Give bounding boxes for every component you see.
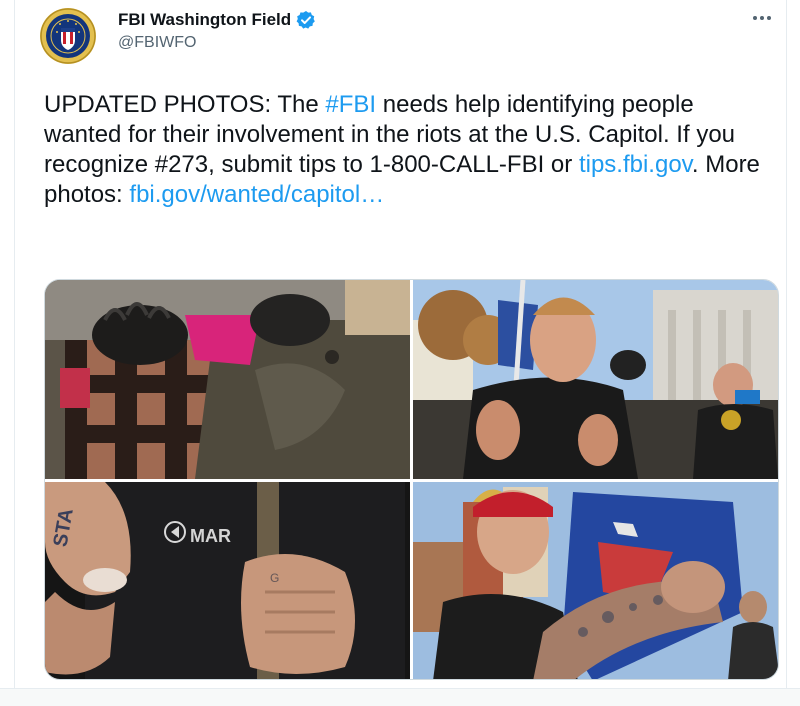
- more-photos-link[interactable]: fbi.gov/wanted/capitol…: [129, 181, 384, 208]
- tweet-text-part: UPDATED PHOTOS: The: [44, 91, 326, 118]
- photo-4[interactable]: [413, 482, 778, 679]
- photo-1[interactable]: [45, 280, 410, 479]
- timeline-border-left: [14, 0, 15, 706]
- media-grid: MAR G STA: [44, 279, 779, 680]
- tips-link[interactable]: tips.fbi.gov: [579, 151, 692, 178]
- author-handle[interactable]: @FBIWFO: [118, 34, 196, 52]
- photo-3-shirt-text: MAR: [190, 526, 231, 546]
- fbi-seal-icon[interactable]: [40, 8, 96, 64]
- timeline-border-right: [786, 0, 787, 706]
- author-name-row[interactable]: FBI Washington Field: [118, 9, 316, 31]
- photo-2[interactable]: [413, 280, 778, 479]
- more-horizontal-icon[interactable]: [750, 8, 774, 28]
- author-name[interactable]: FBI Washington Field: [118, 10, 291, 30]
- verified-badge-icon: [296, 10, 316, 30]
- tweet-footer-divider: [0, 688, 800, 706]
- hashtag-link[interactable]: #FBI: [325, 91, 376, 118]
- tweet-text: UPDATED PHOTOS: The #FBI needs help iden…: [44, 90, 764, 210]
- photo-3[interactable]: MAR G STA: [45, 482, 410, 679]
- svg-text:G: G: [270, 571, 279, 585]
